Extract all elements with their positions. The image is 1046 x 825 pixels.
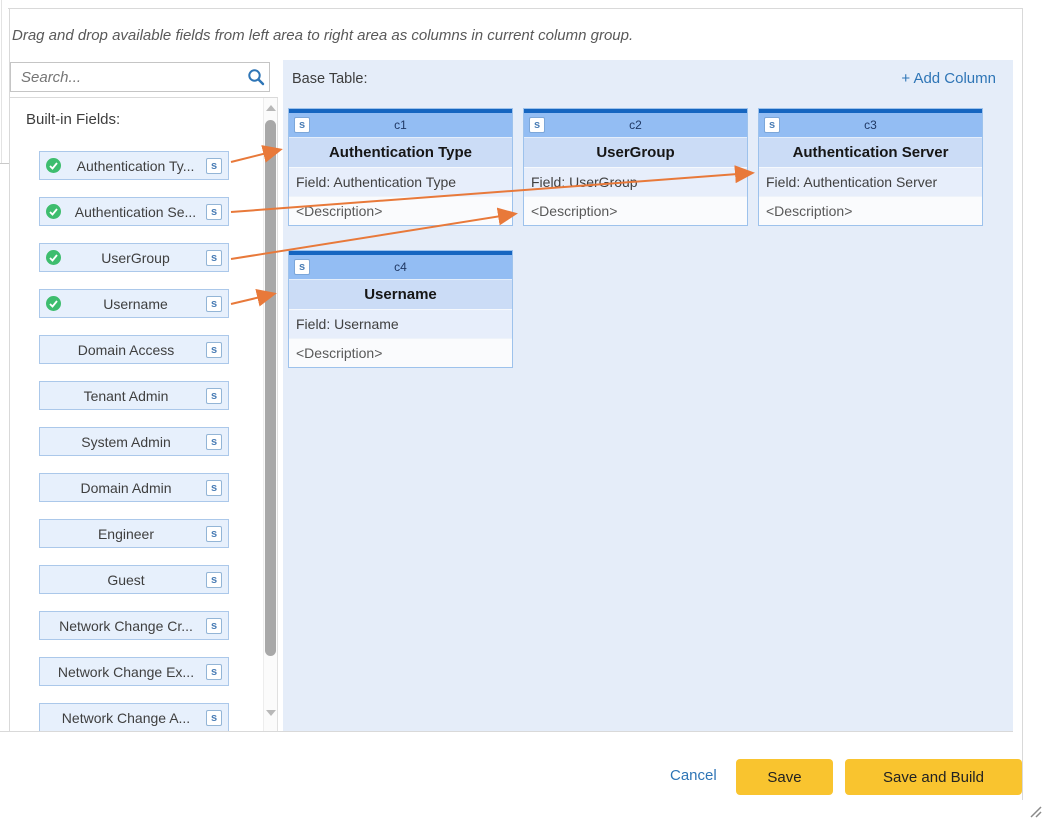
check-icon xyxy=(46,204,61,219)
field-item-network-change-ex[interactable]: Network Change Ex... s xyxy=(39,657,229,686)
resize-grip-icon[interactable] xyxy=(1027,803,1043,819)
field-item-engineer[interactable]: Engineer s xyxy=(39,519,229,548)
scroll-up-arrow-icon[interactable] xyxy=(266,105,276,111)
column-name: Username xyxy=(289,279,512,309)
s-badge-icon: s xyxy=(206,388,222,404)
column-field: Field: Authentication Type xyxy=(289,167,512,196)
field-item-guest[interactable]: Guest s xyxy=(39,565,229,594)
field-label: Guest xyxy=(46,572,206,588)
field-item-authentication-server[interactable]: Authentication Se... s xyxy=(39,197,229,226)
field-item-usergroup[interactable]: UserGroup s xyxy=(39,243,229,272)
field-label: Engineer xyxy=(46,526,206,542)
field-label: Authentication Ty... xyxy=(65,158,206,174)
s-badge-icon: s xyxy=(206,296,222,312)
field-label: Domain Access xyxy=(46,342,206,358)
dialog-right-border xyxy=(1022,8,1023,800)
field-label: UserGroup xyxy=(65,250,206,266)
s-badge-icon: s xyxy=(529,117,545,133)
field-item-system-admin[interactable]: System Admin s xyxy=(39,427,229,456)
check-icon xyxy=(46,296,61,311)
column-description[interactable]: <Description> xyxy=(524,196,747,225)
s-badge-icon: s xyxy=(206,664,222,680)
column-id: c4 xyxy=(394,260,407,274)
column-card-c2[interactable]: s c2 UserGroup Field: UserGroup <Descrip… xyxy=(523,108,748,226)
s-badge-icon: s xyxy=(294,117,310,133)
s-badge-icon: s xyxy=(206,710,222,726)
column-description[interactable]: <Description> xyxy=(289,338,512,367)
field-label: Network Change Ex... xyxy=(46,664,206,680)
s-badge-icon: s xyxy=(206,158,222,174)
scrollbar-thumb[interactable] xyxy=(265,120,276,656)
dialog-top-border xyxy=(8,8,1022,9)
s-badge-icon: s xyxy=(764,117,780,133)
instruction-text: Drag and drop available fields from left… xyxy=(12,27,633,44)
field-label: Tenant Admin xyxy=(46,388,206,404)
column-id: c3 xyxy=(864,118,877,132)
s-badge-icon: s xyxy=(206,342,222,358)
field-item-domain-admin[interactable]: Domain Admin s xyxy=(39,473,229,502)
content-bottom-border xyxy=(0,731,1013,732)
column-description[interactable]: <Description> xyxy=(759,196,982,225)
s-badge-icon: s xyxy=(206,526,222,542)
column-description[interactable]: <Description> xyxy=(289,196,512,225)
column-field: Field: Authentication Server xyxy=(759,167,982,196)
field-label: Authentication Se... xyxy=(65,204,206,220)
s-badge-icon: s xyxy=(206,618,222,634)
field-label: Username xyxy=(65,296,206,312)
field-item-domain-access[interactable]: Domain Access s xyxy=(39,335,229,364)
builtin-fields-label: Built-in Fields: xyxy=(26,111,120,128)
background-edge-line xyxy=(1,0,2,163)
save-button[interactable]: Save xyxy=(736,759,833,795)
column-field: Field: UserGroup xyxy=(524,167,747,196)
field-label: Network Change Cr... xyxy=(46,618,206,634)
column-name: UserGroup xyxy=(524,137,747,167)
save-and-build-button[interactable]: Save and Build xyxy=(845,759,1022,795)
check-icon xyxy=(46,158,61,173)
s-badge-icon: s xyxy=(206,572,222,588)
cancel-button[interactable]: Cancel xyxy=(670,767,717,784)
s-badge-icon: s xyxy=(206,250,222,266)
fields-scrollbar xyxy=(263,98,277,731)
column-card-c3[interactable]: s c3 Authentication Server Field: Authen… xyxy=(758,108,983,226)
add-column-link[interactable]: + Add Column xyxy=(901,70,996,87)
field-label: System Admin xyxy=(46,434,206,450)
base-table-label: Base Table: xyxy=(292,71,368,87)
search-box xyxy=(10,62,270,92)
column-name: Authentication Type xyxy=(289,137,512,167)
field-label: Domain Admin xyxy=(46,480,206,496)
column-card-c1[interactable]: s c1 Authentication Type Field: Authenti… xyxy=(288,108,513,226)
card-header: s c3 xyxy=(759,113,982,137)
field-label: Network Change A... xyxy=(46,710,206,726)
column-group-panel: Base Table: + Add Column s c1 Authentica… xyxy=(283,60,1013,731)
background-edge-line xyxy=(0,163,9,164)
s-badge-icon: s xyxy=(206,204,222,220)
check-icon xyxy=(46,250,61,265)
card-header: s c4 xyxy=(289,255,512,279)
column-name: Authentication Server xyxy=(759,137,982,167)
field-item-username[interactable]: Username s xyxy=(39,289,229,318)
card-header: s c2 xyxy=(524,113,747,137)
field-item-network-change-cr[interactable]: Network Change Cr... s xyxy=(39,611,229,640)
field-item-network-change-a[interactable]: Network Change A... s xyxy=(39,703,229,731)
field-item-authentication-type[interactable]: Authentication Ty... s xyxy=(39,151,229,180)
s-badge-icon: s xyxy=(206,434,222,450)
search-input[interactable] xyxy=(11,69,243,86)
column-card-c4[interactable]: s c4 Username Field: Username <Descripti… xyxy=(288,250,513,368)
column-field: Field: Username xyxy=(289,309,512,338)
card-header: s c1 xyxy=(289,113,512,137)
column-group-dialog: Drag and drop available fields from left… xyxy=(0,0,1046,825)
available-fields-list: Built-in Fields: Authentication Ty... s … xyxy=(10,97,278,731)
s-badge-icon: s xyxy=(294,259,310,275)
search-icon[interactable] xyxy=(243,68,269,86)
field-items-column: Authentication Ty... s Authentication Se… xyxy=(39,151,229,731)
column-id: c2 xyxy=(629,118,642,132)
field-item-tenant-admin[interactable]: Tenant Admin s xyxy=(39,381,229,410)
column-id: c1 xyxy=(394,118,407,132)
s-badge-icon: s xyxy=(206,480,222,496)
scroll-down-arrow-icon[interactable] xyxy=(266,710,276,716)
